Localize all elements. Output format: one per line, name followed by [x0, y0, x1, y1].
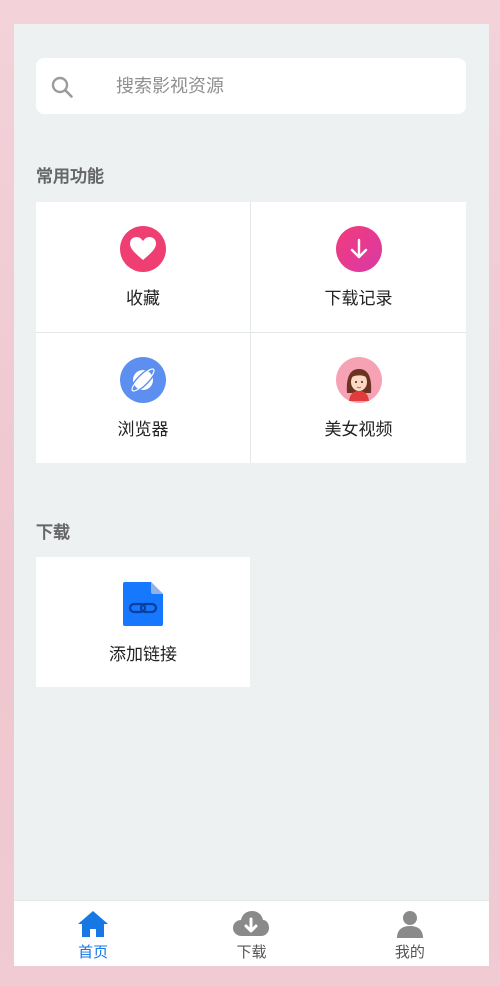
browser-label: 浏览器: [117, 419, 169, 440]
favorites-button[interactable]: 收藏: [36, 202, 250, 332]
download-history-label: 下载记录: [324, 288, 393, 309]
user-icon: [396, 911, 423, 938]
beauty-video-label: 美女视频: [324, 419, 393, 440]
tab-download-label: 下载: [236, 943, 267, 961]
bottom-tab-bar: 首页 下载 我的: [14, 900, 489, 966]
favorites-label: 收藏: [126, 288, 160, 309]
beauty-video-button[interactable]: 美女视频: [251, 333, 466, 463]
tab-download[interactable]: 下载: [172, 901, 330, 966]
planet-browser-icon: [120, 356, 166, 403]
browser-button[interactable]: 浏览器: [36, 333, 250, 463]
search-bar[interactable]: [36, 58, 466, 114]
common-functions-grid: 收藏 下载记录 浏览器 美女视频: [36, 202, 466, 463]
download-history-button[interactable]: 下载记录: [251, 202, 466, 332]
girl-avatar-icon: [335, 356, 382, 403]
tab-home-label: 首页: [78, 943, 109, 961]
heart-icon: [120, 225, 166, 272]
cloud-download-icon: [233, 911, 270, 936]
search-icon: [51, 76, 73, 98]
add-link-label: 添加链接: [109, 644, 177, 665]
section-title-download: 下载: [36, 523, 70, 543]
download-grid: 添加链接: [36, 557, 250, 687]
add-link-button[interactable]: 添加链接: [36, 557, 250, 687]
tab-home[interactable]: 首页: [14, 901, 172, 966]
section-title-common: 常用功能: [36, 167, 104, 187]
search-input[interactable]: [116, 72, 446, 100]
tab-mine[interactable]: 我的: [331, 901, 489, 966]
app-screen: 常用功能 收藏 下载记录: [14, 24, 489, 966]
tab-mine-label: 我的: [394, 943, 425, 961]
home-icon: [78, 911, 109, 937]
link-file-icon: [121, 580, 165, 628]
download-arrow-icon: [335, 225, 382, 272]
